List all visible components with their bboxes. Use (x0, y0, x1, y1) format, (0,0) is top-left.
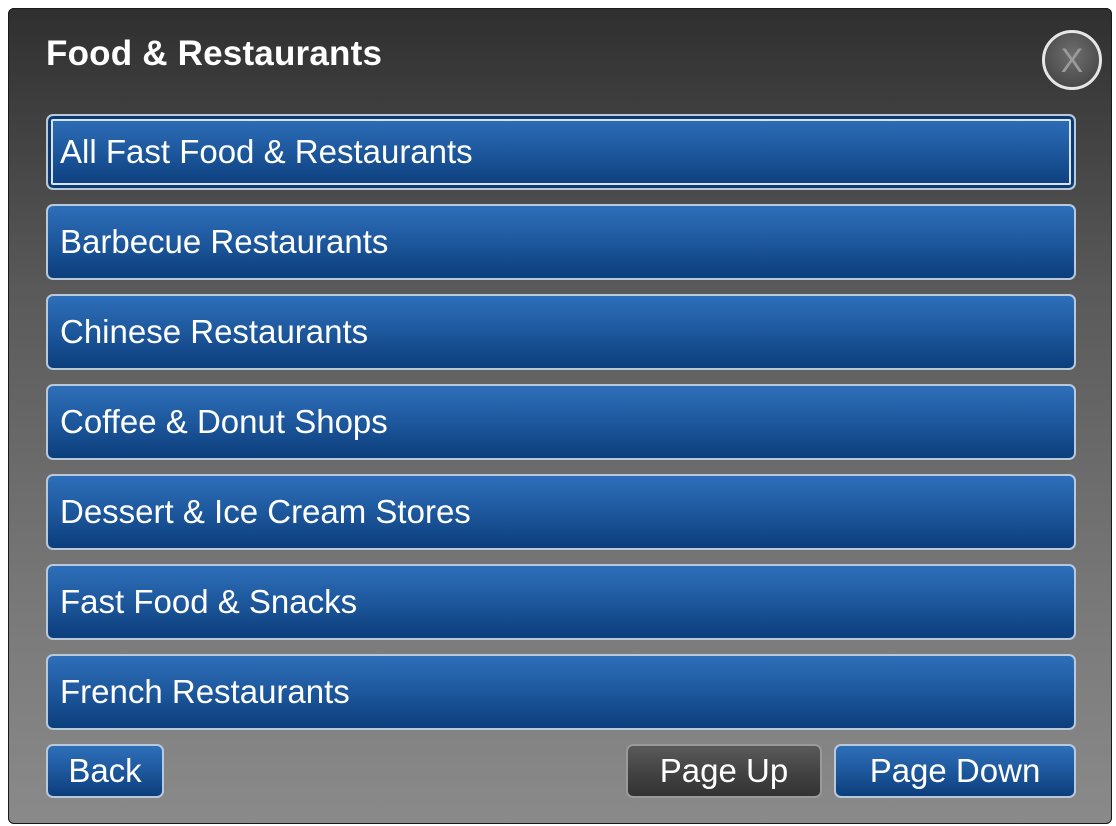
list-item-fast-food-snacks[interactable]: Fast Food & Snacks (46, 564, 1076, 640)
food-restaurants-dialog: Food & Restaurants X All Fast Food & Res… (8, 8, 1112, 824)
list-item-label: Fast Food & Snacks (60, 583, 358, 620)
close-icon: X (1060, 41, 1084, 80)
list-item-dessert-ice-cream-stores[interactable]: Dessert & Ice Cream Stores (46, 474, 1076, 550)
page-down-button-label: Page Down (869, 752, 1041, 789)
list-item-label: Barbecue Restaurants (60, 223, 389, 260)
list-item-all-fast-food-restaurants[interactable]: All Fast Food & Restaurants (46, 114, 1076, 190)
list-item-label: Coffee & Donut Shops (60, 403, 388, 440)
page-down-button[interactable]: Page Down (834, 744, 1076, 798)
page-up-button-label: Page Up (659, 752, 789, 789)
category-list: All Fast Food & Restaurants Barbecue Res… (46, 114, 1076, 744)
page-up-button[interactable]: Page Up (626, 744, 822, 798)
list-item-barbecue-restaurants[interactable]: Barbecue Restaurants (46, 204, 1076, 280)
list-item-label: All Fast Food & Restaurants (60, 133, 473, 170)
back-button-label: Back (68, 752, 142, 789)
back-button[interactable]: Back (46, 744, 164, 798)
list-item-coffee-donut-shops[interactable]: Coffee & Donut Shops (46, 384, 1076, 460)
list-item-chinese-restaurants[interactable]: Chinese Restaurants (46, 294, 1076, 370)
list-item-label: Dessert & Ice Cream Stores (60, 493, 471, 530)
list-item-french-restaurants[interactable]: French Restaurants (46, 654, 1076, 730)
dialog-title: Food & Restaurants (46, 34, 383, 73)
close-button[interactable]: X (1042, 30, 1102, 90)
list-item-label: Chinese Restaurants (60, 313, 369, 350)
list-item-label: French Restaurants (60, 673, 350, 710)
